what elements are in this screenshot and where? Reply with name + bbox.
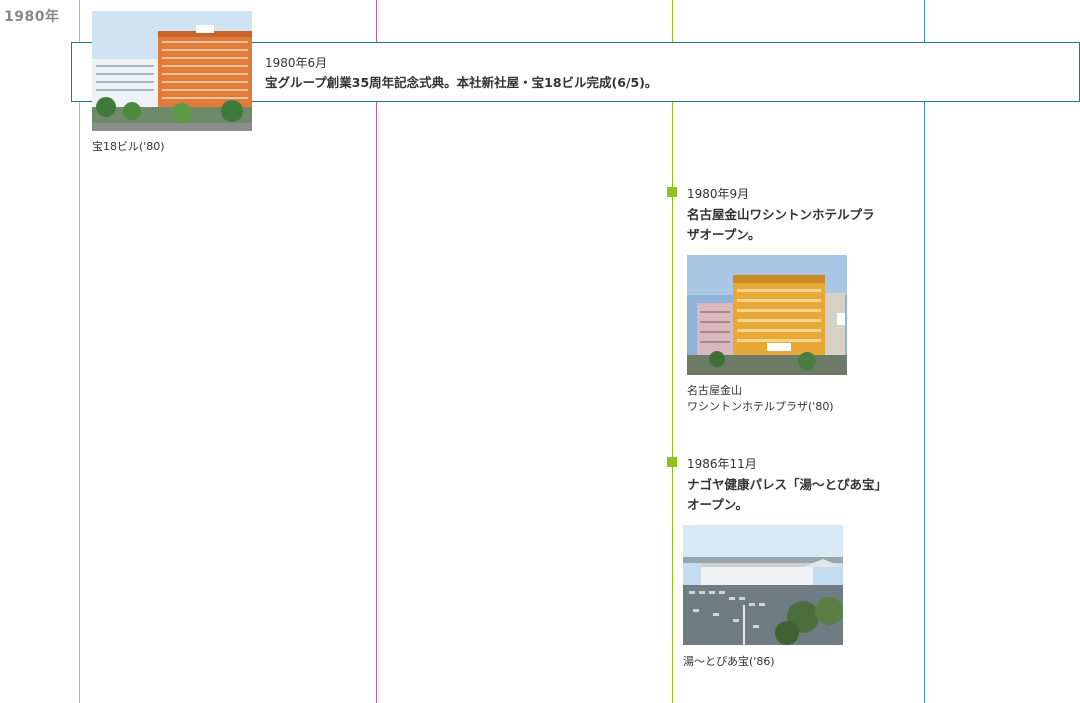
washington-hotel-photo xyxy=(687,255,847,375)
timeline-line-3 xyxy=(672,0,673,703)
photo-caption: 名古屋金山 ワシントンホテルプラザ('80) xyxy=(687,383,834,415)
event-title-line: オープン。 xyxy=(687,497,749,512)
event-date: 1980年6月 xyxy=(265,56,328,70)
timeline-line-4 xyxy=(924,0,925,703)
event-date: 1980年9月 xyxy=(687,187,750,201)
event-title: 宝グループ創業35周年記念式典。本社新社屋・宝18ビル完成(6/5)。 xyxy=(265,75,658,90)
timeline-line-1 xyxy=(79,0,80,703)
caption-line: ワシントンホテルプラザ('80) xyxy=(687,400,834,413)
event-title-line: ザオープン。 xyxy=(687,227,761,242)
event-date: 1986年11月 xyxy=(687,457,757,471)
event-title-line: 名古屋金山ワシントンホテルプラ xyxy=(687,207,875,222)
photo-caption: 湯〜とぴあ宝('86) xyxy=(683,655,775,668)
timeline-line-2 xyxy=(376,0,377,703)
event-title: ナゴヤ健康パレス「湯〜とぴあ宝」 オープン。 xyxy=(687,475,887,515)
event-title: 名古屋金山ワシントンホテルプラ ザオープン。 xyxy=(687,205,875,245)
takara18-building-photo xyxy=(92,11,252,131)
year-label: 1980年 xyxy=(4,9,60,25)
photo-caption: 宝18ビル('80) xyxy=(92,140,165,153)
event-title-line: ナゴヤ健康パレス「湯〜とぴあ宝」 xyxy=(687,477,888,492)
yutopia-takara-photo xyxy=(683,525,843,645)
caption-line: 名古屋金山 xyxy=(687,384,742,397)
timeline-marker xyxy=(667,457,677,467)
timeline-marker xyxy=(667,187,677,197)
